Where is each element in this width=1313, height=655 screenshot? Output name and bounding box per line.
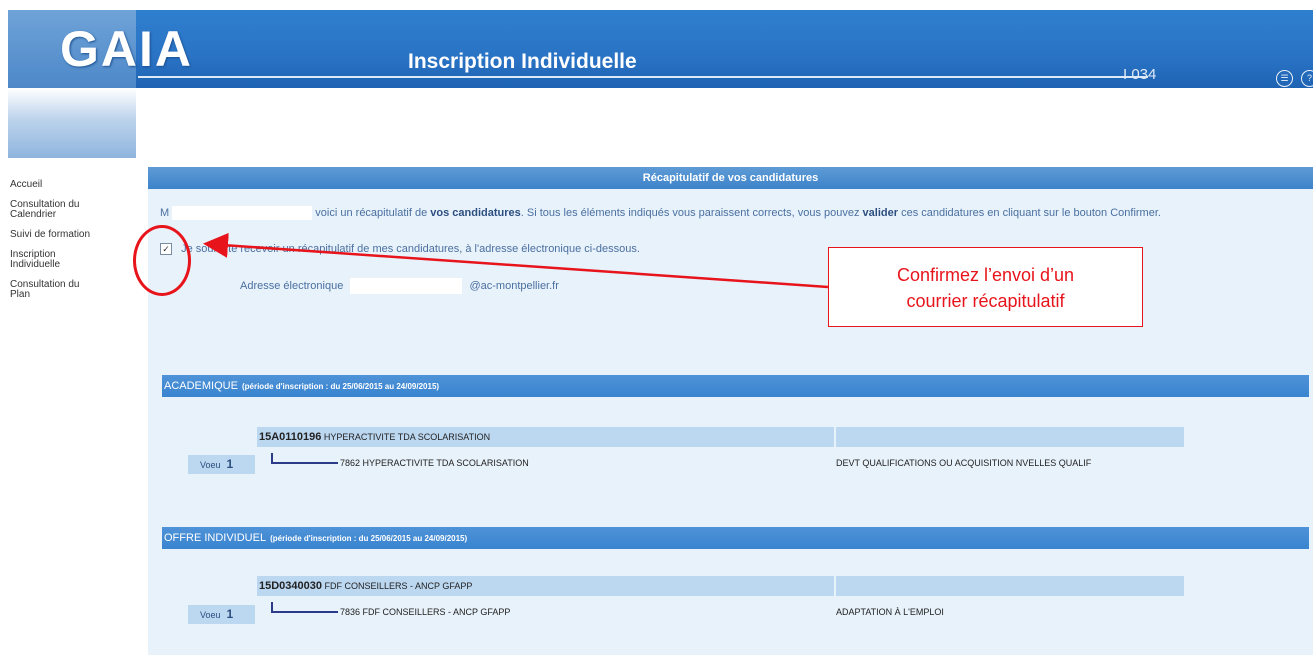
help-icon[interactable]: ? xyxy=(1301,70,1313,87)
course-header: 15D0340030 FDF CONSEILLERS - ANCP GFAPP xyxy=(257,576,834,596)
recap-title-bar: Récapitulatif de vos candidatures xyxy=(148,167,1313,189)
email-input[interactable] xyxy=(350,278,463,294)
section-title: ACADEMIQUE xyxy=(164,380,238,392)
sidebar-item-inscription-individuelle[interactable]: Inscription Individuelle xyxy=(10,250,90,270)
sidebar-item-accueil[interactable]: Accueil xyxy=(10,180,138,190)
section-title: OFFRE INDIVIDUEL xyxy=(164,532,267,544)
email-domain: @ac-montpellier.fr xyxy=(469,279,559,292)
intro-text-part: . Si tous les éléments indiqués vous par… xyxy=(520,207,860,219)
sidebar-header-decoration xyxy=(8,88,136,158)
course-header-right xyxy=(836,576,1184,596)
sidebar-item-consultation-calendrier[interactable]: Consultation du Calendrier xyxy=(10,200,110,220)
callout-line-2: courrier récapitulatif xyxy=(906,291,1065,311)
course-header: 15A0110196 HYPERACTIVITE TDA SCOLARISATI… xyxy=(257,427,834,447)
module-objective: DEVT QUALIFICATIONS OU ACQUISITION NVELL… xyxy=(836,458,1092,468)
course-header-right xyxy=(836,427,1184,447)
menu-icon[interactable]: ☰ xyxy=(1276,70,1293,87)
recap-email-checkbox-label: Je souhaite recevoir un récapitulatif de… xyxy=(181,243,640,255)
section-bar-academique: ACADEMIQUE (période d'inscription : du 25… xyxy=(162,375,1309,397)
tree-connector xyxy=(271,453,338,464)
intro-bold-valider: valider xyxy=(862,207,899,219)
tree-connector xyxy=(271,602,338,613)
sidebar-item-suivi-formation[interactable]: Suivi de formation xyxy=(10,230,138,240)
module-name: 7836 FDF CONSEILLERS - ANCP GFAPP xyxy=(340,607,511,617)
voeu-label: Voeu xyxy=(200,460,221,470)
intro-text-part: voici un récapitulatif de xyxy=(315,207,428,219)
voeu-badge: Voeu 1 xyxy=(188,455,255,474)
intro-text-part: ces candidatures en cliquant sur le bout… xyxy=(901,207,1161,219)
section-period: (période d'inscription : du 25/06/2015 a… xyxy=(270,534,468,543)
app-header: GAIA Inscription Individuelle I 034 ☰ ? xyxy=(8,10,1313,88)
module-name: 7862 HYPERACTIVITE TDA SCOLARISATION xyxy=(340,458,529,468)
voeu-number: 1 xyxy=(226,457,234,471)
title-underline xyxy=(138,76,1148,78)
gaia-logo: GAIA xyxy=(60,21,193,77)
course-name: FDF CONSEILLERS - ANCP GFAPP xyxy=(324,581,473,591)
email-label: Adresse électronique xyxy=(240,279,344,292)
course-code: 15D0340030 xyxy=(259,580,323,592)
course-code: 15A0110196 xyxy=(259,431,322,443)
intro-bold-candidatures: vos candidatures xyxy=(430,207,521,219)
intro-salutation: M xyxy=(160,207,170,219)
annotation-circle xyxy=(133,225,191,296)
annotation-callout: Confirmez l’envoi d’un courrier récapitu… xyxy=(828,247,1143,327)
section-period: (période d'inscription : du 25/06/2015 a… xyxy=(241,382,440,391)
redacted-name xyxy=(172,206,313,221)
voeu-badge: Voeu 1 xyxy=(188,605,255,624)
voeu-label: Voeu xyxy=(200,610,221,620)
establishment-code: I 034 xyxy=(1123,66,1157,83)
voeu-number: 1 xyxy=(226,607,234,621)
sidebar-nav: Accueil Consultation du Calendrier Suivi… xyxy=(10,180,138,310)
sidebar-item-consultation-plan[interactable]: Consultation du Plan xyxy=(10,280,100,300)
module-objective: ADAPTATION À L'EMPLOI xyxy=(836,607,944,617)
course-name: HYPERACTIVITE TDA SCOLARISATION xyxy=(323,432,491,442)
intro-text: M voici un récapitulatif de vos candidat… xyxy=(160,205,1290,221)
email-row: Adresse électronique @ac-montpellier.fr xyxy=(240,278,559,294)
recap-email-checkbox-row: ✓ Je souhaite recevoir un récapitulatif … xyxy=(160,243,640,256)
page-title: Inscription Individuelle xyxy=(408,50,637,73)
callout-line-1: Confirmez l’envoi d’un xyxy=(896,265,1075,285)
section-bar-offre-individuel: OFFRE INDIVIDUEL (période d'inscription :… xyxy=(162,527,1309,549)
